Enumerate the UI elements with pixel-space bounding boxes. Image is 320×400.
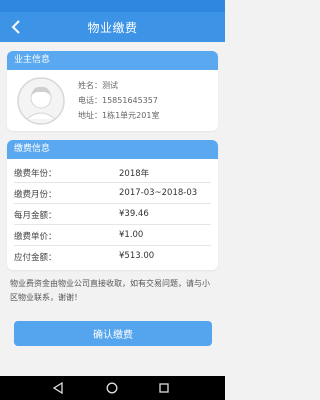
circle-home-icon <box>106 382 118 394</box>
owner-name: 姓名：测试 <box>78 81 118 90</box>
total-amount-value: ¥513.00 <box>119 251 155 261</box>
page-title: 物业缴费 <box>87 20 138 35</box>
square-recents-icon <box>159 383 169 393</box>
system-home-button[interactable] <box>105 381 119 395</box>
owner-phone: 电话：15851645357 <box>78 96 158 105</box>
system-navigation-bar <box>0 376 225 400</box>
triangle-back-icon <box>52 382 63 394</box>
unit-price-value: ¥1.00 <box>119 230 144 240</box>
chevron-left-icon <box>11 20 20 34</box>
back-button[interactable] <box>6 17 26 37</box>
payment-info-header: 缴费信息 <box>7 140 218 159</box>
owner-info-header: 业主信息 <box>7 51 218 70</box>
payment-info-card: 缴费信息 缴费年份： 2018年 缴费月份： 2017-03~2018-03 每… <box>7 140 218 270</box>
fee-year-value: 2018年 <box>119 169 150 179</box>
payment-notice: 物业费资金由物业公司直接收取，如有交易问题，请与小区物业联系，谢谢！ <box>10 279 210 302</box>
fee-year-label: 缴费年份： <box>14 169 57 179</box>
owner-info-card: 业主信息 姓名：测试 电话：15851645357 地址：1栋1单元201室 <box>7 51 218 131</box>
fee-row-year: 缴费年份： 2018年 <box>7 162 218 183</box>
status-bar <box>0 0 225 12</box>
confirm-payment-button[interactable]: 确认缴费 <box>14 321 212 346</box>
system-recents-button[interactable] <box>157 381 171 395</box>
fee-row-unit-price: 缴费单价： ¥1.00 <box>7 225 218 246</box>
owner-address: 地址：1栋1单元201室 <box>78 111 160 120</box>
fee-months-value: 2017-03~2018-03 <box>119 188 198 198</box>
owner-details: 姓名：测试 电话：15851645357 地址：1栋1单元201室 <box>78 78 159 123</box>
monthly-amount-value: ¥39.46 <box>119 209 149 219</box>
title-bar: 物业缴费 <box>0 12 225 42</box>
fee-months-label: 缴费月份： <box>14 190 57 200</box>
system-back-button[interactable] <box>51 381 65 395</box>
total-amount-label: 应付金额： <box>14 253 57 263</box>
avatar-placeholder-icon <box>17 77 65 125</box>
fee-row-monthly-amount: 每月金额： ¥39.46 <box>7 204 218 225</box>
monthly-amount-label: 每月金额： <box>14 211 57 221</box>
fee-row-months: 缴费月份： 2017-03~2018-03 <box>7 183 218 204</box>
unit-price-label: 缴费单价： <box>14 232 57 242</box>
fee-row-total: 应付金额： ¥513.00 <box>7 246 218 267</box>
